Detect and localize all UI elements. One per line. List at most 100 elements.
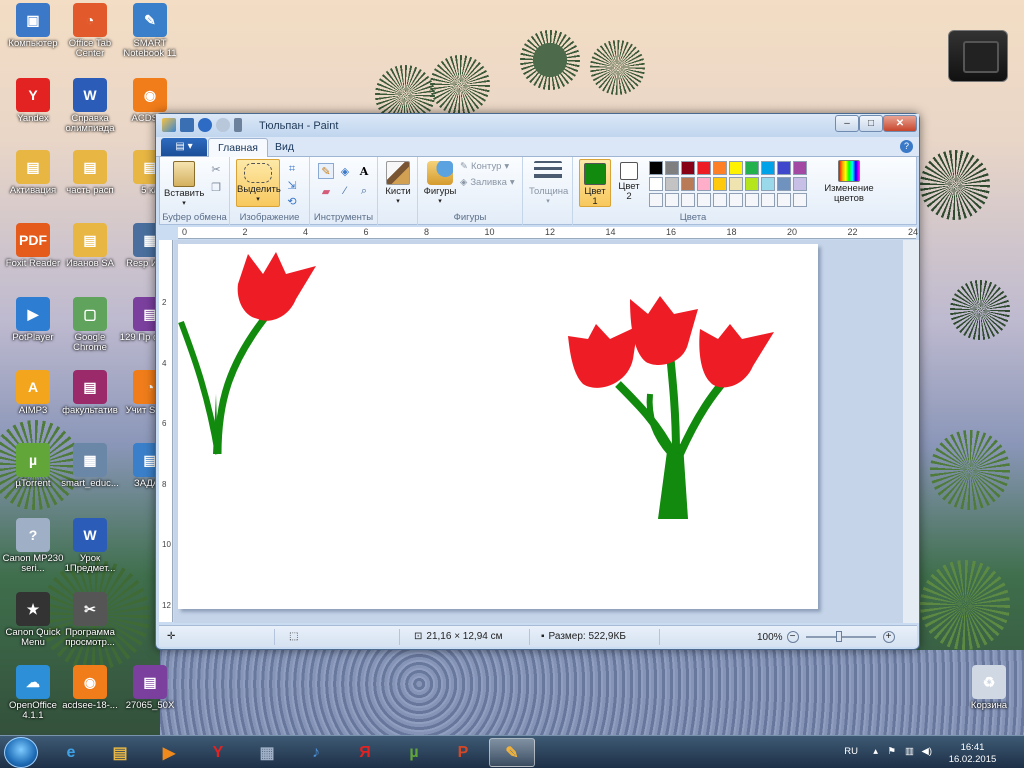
minimize-button[interactable]: – [835,115,859,132]
taskbar-yandex2-button[interactable]: Я [342,738,388,767]
crop-icon[interactable]: ⌗ [284,161,300,177]
palette-swatch[interactable] [761,177,775,191]
palette-swatch[interactable] [681,161,695,175]
drawing-canvas[interactable] [178,244,818,609]
size-button[interactable]: Толщина ▾ [529,161,568,207]
palette-empty-swatch[interactable] [697,193,711,207]
show-hidden-icon[interactable]: ▴ [873,746,878,757]
desktop-icon[interactable]: ▤ часть расп [57,150,123,196]
cut-icon[interactable]: ✂ [208,161,224,177]
taskbar-sound-button[interactable]: ♪ [293,738,339,767]
palette-swatch[interactable] [713,177,727,191]
undo-icon[interactable] [198,118,212,132]
taskbar-explorer-button[interactable]: ▤ [97,738,143,767]
zoom-out-button[interactable]: − [786,631,799,643]
resize-icon[interactable]: ⇲ [284,177,300,193]
desktop-icon[interactable]: ▤ Иванов SA [57,223,123,269]
clock-time[interactable]: 16:41 [945,742,1000,753]
palette-swatch[interactable] [777,177,791,191]
palette-swatch[interactable] [729,177,743,191]
desktop-icon[interactable]: ▢ Google Chrome [57,297,123,353]
taskbar-calc-button[interactable]: ▦ [244,738,290,767]
taskbar-utorrent-button[interactable]: µ [391,738,437,767]
zoom-slider[interactable] [805,631,876,642]
start-button[interactable] [4,737,38,768]
pencil-icon[interactable]: ✎ [318,163,334,179]
taskbar-powerpoint-button[interactable]: P [440,738,486,767]
palette-swatch[interactable] [745,161,759,175]
desktop-icon[interactable]: ◉ acdsee-18-... [57,665,123,711]
desktop-icon[interactable]: ▤ факультатив [57,370,123,416]
palette-empty-swatch[interactable] [745,193,759,207]
palette-swatch[interactable] [665,177,679,191]
taskbar-yandex-button[interactable]: Y [195,738,241,767]
zoom-in-button[interactable]: + [882,631,895,643]
taskbar-media-button[interactable]: ▶ [146,738,192,767]
save-icon[interactable] [180,118,194,132]
palette-swatch[interactable] [793,177,807,191]
palette-swatch[interactable] [777,161,791,175]
fill-bucket-icon[interactable]: ◈ [337,163,353,179]
palette-empty-swatch[interactable] [665,193,679,207]
close-button[interactable]: ✕ [883,115,917,132]
palette-swatch[interactable] [681,177,695,191]
network-icon[interactable]: ▥ [905,746,914,757]
desktop-icon[interactable]: ✂ Программа просмотр... [57,592,123,648]
palette-empty-swatch[interactable] [761,193,775,207]
palette-swatch[interactable] [713,161,727,175]
desktop-icon[interactable]: ▤ 27065_50X [117,665,183,711]
palette-swatch[interactable] [761,161,775,175]
palette-swatch[interactable] [697,177,711,191]
language-indicator[interactable]: RU [844,746,858,757]
palette-empty-swatch[interactable] [729,193,743,207]
palette-swatch[interactable] [649,161,663,175]
rotate-icon[interactable]: ⟲ [284,193,300,209]
tab-home[interactable]: Главная [208,138,268,157]
shapes-button[interactable]: Фигуры ▾ [422,161,458,207]
redo-icon[interactable] [216,118,230,132]
color2-button[interactable]: Цвет 2 [615,162,643,202]
palette-empty-swatch[interactable] [777,193,791,207]
palette-empty-swatch[interactable] [649,193,663,207]
paste-button[interactable]: Вставить ▾ [164,161,204,209]
zoom-slider-thumb[interactable] [835,631,842,642]
taskbar-paint-button[interactable]: ✎ [489,738,535,767]
select-button[interactable]: Выделить ▾ [236,159,281,207]
help-icon[interactable]: ? [900,140,913,153]
file-menu-button[interactable]: ▤ ▾ [161,138,207,156]
desktop-icon[interactable]: ♻ Корзина [956,665,1022,711]
text-icon[interactable]: A [356,163,372,179]
palette-swatch[interactable] [729,161,743,175]
desktop-icon[interactable]: ▦ smart_educ... [57,443,123,489]
action-center-icon[interactable]: ⚑ [887,746,896,757]
fill-dropdown[interactable]: ◈ Заливка ▾ [460,177,515,188]
desktop-icon[interactable]: W Справка олимпиада [57,78,123,134]
palette-empty-swatch[interactable] [681,193,695,207]
magnifier-icon[interactable]: ⌕ [356,183,372,199]
taskbar-ie-button[interactable]: e [48,738,94,767]
eraser-icon[interactable]: ▰ [318,183,334,199]
color1-button[interactable]: Цвет 1 [579,159,611,207]
title-bar[interactable]: Тюльпан - Paint – □ ✕ [156,114,919,137]
color-picker-icon[interactable]: ⁄ [337,183,353,199]
palette-swatch[interactable] [745,177,759,191]
palette-swatch[interactable] [649,177,663,191]
qat-customize-icon[interactable] [234,118,242,132]
palette-swatch[interactable] [793,161,807,175]
outline-dropdown[interactable]: ✎ Контур ▾ [460,161,509,172]
palette-swatch[interactable] [697,161,711,175]
maximize-button[interactable]: □ [859,115,883,132]
palette-swatch[interactable] [665,161,679,175]
edit-colors-button[interactable]: Изменение цветов [823,160,875,204]
volume-icon[interactable]: ◀) [922,746,932,757]
copy-icon[interactable]: ❐ [208,179,224,195]
desktop-gadget[interactable] [948,30,1008,82]
desktop-icon[interactable]: ◔ Office Tab Center [57,3,123,59]
tab-view[interactable]: Вид [266,138,303,157]
clock-date[interactable]: 16.02.2015 [945,754,1000,765]
brushes-button[interactable]: Кисти ▾ [382,161,414,207]
desktop-icon[interactable]: ✎ SMART Notebook 11 [117,3,183,59]
paint-app-icon[interactable] [162,118,176,132]
palette-empty-swatch[interactable] [713,193,727,207]
desktop-icon[interactable]: W Урок 1Предмет... [57,518,123,574]
